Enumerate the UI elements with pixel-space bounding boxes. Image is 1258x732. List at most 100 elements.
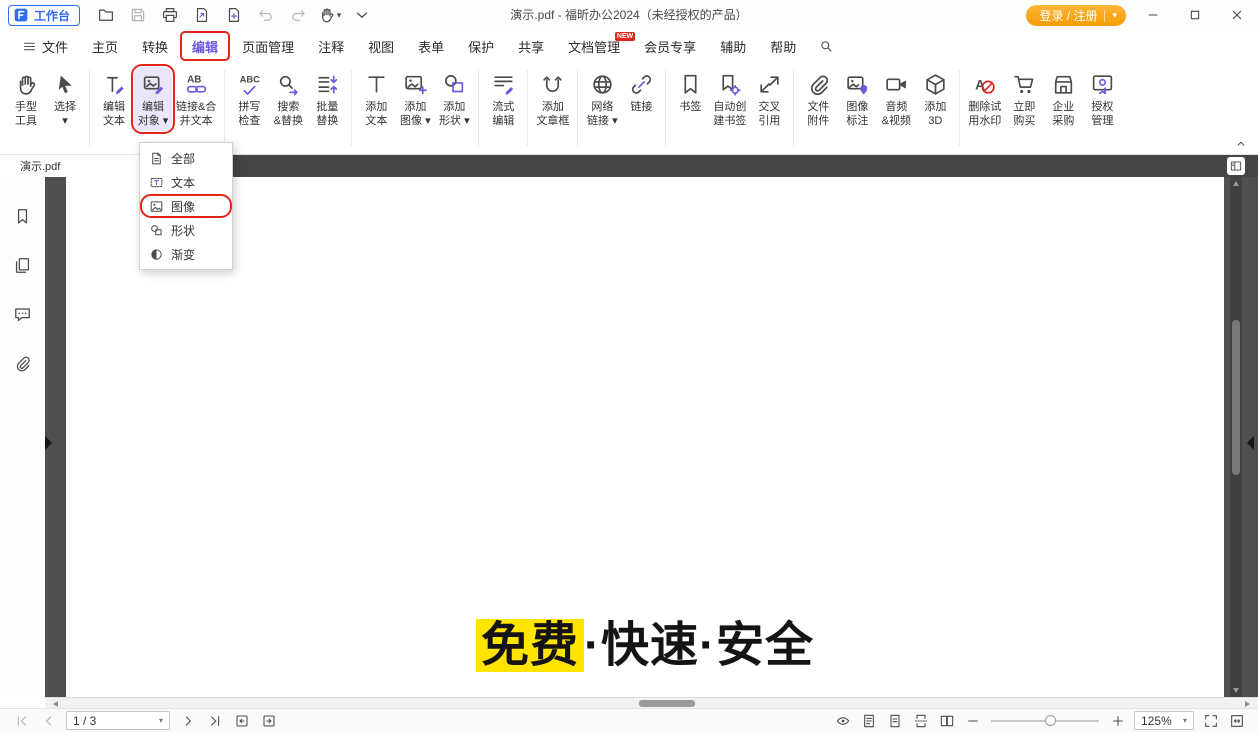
- save-button[interactable]: [123, 4, 152, 27]
- single-page-view-button[interactable]: [885, 711, 904, 730]
- attachments-panel-button[interactable]: [10, 350, 36, 376]
- bookmarks-panel-button[interactable]: [10, 203, 36, 229]
- vertical-scrollbar-thumb[interactable]: [1232, 320, 1240, 475]
- edit-object-menu-item-shape[interactable]: 形状: [140, 218, 232, 242]
- add-3d-button[interactable]: 添加3D: [916, 67, 954, 131]
- login-button[interactable]: 登录 / 注册 ▾: [1026, 5, 1126, 26]
- ribbon-button-label: 检查: [238, 114, 260, 128]
- close-button[interactable]: [1216, 0, 1258, 30]
- menu-item-convert[interactable]: 转换: [130, 31, 180, 61]
- link-merge-text-button[interactable]: AB链接&合并文本: [173, 67, 219, 131]
- vertical-scrollbar[interactable]: [1230, 177, 1242, 697]
- hand-tool-quick-button[interactable]: ▾: [315, 4, 344, 27]
- zoom-slider-thumb[interactable]: [1045, 715, 1056, 726]
- next-page-button[interactable]: [178, 711, 197, 730]
- batch-replace-button[interactable]: 批量替换: [308, 67, 346, 131]
- menu-item-member-exclusive[interactable]: 会员专享: [632, 31, 708, 61]
- remove-trial-watermark-button[interactable]: A删除试用水印: [965, 67, 1004, 131]
- scroll-left-arrow[interactable]: [53, 701, 58, 707]
- select-tool-button[interactable]: 选择▾: [46, 67, 84, 131]
- spell-check-button[interactable]: ABC拼写检查: [230, 67, 268, 131]
- menu-item-edit[interactable]: 编辑: [180, 31, 230, 61]
- menu-item-view[interactable]: 视图: [356, 31, 406, 61]
- hand-tool-button[interactable]: 手型工具: [7, 67, 45, 131]
- scroll-down-arrow[interactable]: [1233, 688, 1239, 693]
- add-article-box-button[interactable]: 添加文章框: [533, 67, 572, 131]
- buy-now-button[interactable]: 立即购买: [1005, 67, 1043, 131]
- page-number-combo[interactable]: 1 / 3▾: [66, 711, 170, 730]
- edit-object-menu-item-all[interactable]: 全部: [140, 146, 232, 170]
- menu-item-assist[interactable]: 辅助: [708, 31, 758, 61]
- ribbon-button-label: 编辑: [142, 100, 164, 114]
- last-page-button[interactable]: [205, 711, 224, 730]
- scroll-up-arrow[interactable]: [1233, 181, 1239, 186]
- enterprise-purchase-button[interactable]: 企业采购: [1044, 67, 1082, 131]
- undo-button[interactable]: [251, 4, 280, 27]
- horizontal-scrollbar-thumb[interactable]: [639, 700, 695, 707]
- create-pdf-button[interactable]: [219, 4, 248, 27]
- zoom-level-combo[interactable]: 125%▾: [1134, 711, 1194, 730]
- audio-video-button[interactable]: 音频&视频: [877, 67, 915, 131]
- continuous-view-button[interactable]: [911, 711, 930, 730]
- menu-item-home[interactable]: 主页: [80, 31, 130, 61]
- more-tools-button[interactable]: [347, 4, 376, 27]
- edit-text-button[interactable]: 编辑文本: [95, 67, 133, 131]
- link-button[interactable]: 链接: [622, 67, 660, 117]
- edit-object-button[interactable]: 编辑对象 ▾: [134, 67, 172, 131]
- facing-view-button[interactable]: [937, 711, 956, 730]
- edit-object-menu-item-image[interactable]: 图像: [140, 194, 232, 218]
- ribbon-button-label: 引用: [758, 114, 780, 128]
- menu-item-form[interactable]: 表单: [406, 31, 456, 61]
- first-page-button[interactable]: [12, 711, 31, 730]
- auto-create-bookmark-button[interactable]: 自动创建书签: [710, 67, 749, 131]
- text-viewer-button[interactable]: [859, 711, 878, 730]
- collapse-ribbon-button[interactable]: [1234, 137, 1250, 151]
- print-button[interactable]: [155, 4, 184, 27]
- menu-item-protect[interactable]: 保护: [456, 31, 506, 61]
- edit-object-menu-item-gradient[interactable]: 渐变: [140, 242, 232, 266]
- file-attachment-button[interactable]: 文件附件: [799, 67, 837, 131]
- add-text-button[interactable]: 添加文本: [357, 67, 395, 131]
- export-pdf-button[interactable]: [187, 4, 216, 27]
- prev-page-button[interactable]: [39, 711, 58, 730]
- menu-item-file[interactable]: 文件: [10, 31, 80, 61]
- edit-object-menu-item-text[interactable]: 文本: [140, 170, 232, 194]
- zoom-in-button[interactable]: [1108, 711, 1127, 730]
- flow-edit-button[interactable]: 流式编辑: [484, 67, 522, 131]
- add-image-button[interactable]: 添加图像 ▾: [396, 67, 434, 131]
- prev-view-button[interactable]: [232, 711, 251, 730]
- zoom-slider[interactable]: [991, 714, 1099, 728]
- sidebar-expand-handle[interactable]: [45, 435, 55, 451]
- menu-item-help[interactable]: 帮助: [758, 31, 808, 61]
- redo-button[interactable]: [283, 4, 312, 27]
- search-button[interactable]: [812, 32, 840, 60]
- maximize-button[interactable]: [1174, 0, 1216, 30]
- document-tab[interactable]: 演示.pdf: [0, 155, 160, 177]
- zoom-out-button[interactable]: [963, 711, 982, 730]
- bookmark-button[interactable]: 书签: [671, 67, 709, 117]
- menu-item-share[interactable]: 共享: [506, 31, 556, 61]
- view-mode-button[interactable]: [833, 711, 852, 730]
- pages-panel-button[interactable]: [10, 252, 36, 278]
- open-file-button[interactable]: [91, 4, 120, 27]
- license-management-button[interactable]: 授权管理: [1083, 67, 1121, 131]
- workspace-button[interactable]: 工作台: [8, 5, 80, 26]
- image-annotation-button[interactable]: 图像标注: [838, 67, 876, 131]
- minimize-button[interactable]: [1132, 0, 1174, 30]
- panel-toggle-button[interactable]: [1227, 157, 1245, 175]
- menu-item-document-management[interactable]: 文档管理NEW: [556, 31, 632, 61]
- fit-page-button[interactable]: [1227, 711, 1246, 730]
- ribbon-separator: [224, 70, 225, 146]
- scroll-right-arrow[interactable]: [1245, 701, 1250, 707]
- next-view-button[interactable]: [259, 711, 278, 730]
- horizontal-scrollbar[interactable]: [45, 697, 1258, 708]
- menu-item-annotate[interactable]: 注释: [306, 31, 356, 61]
- full-screen-button[interactable]: [1201, 711, 1220, 730]
- web-link-button[interactable]: 网络链接 ▾: [583, 67, 621, 131]
- search-replace-button[interactable]: 搜索&替换: [269, 67, 307, 131]
- panel-expand-handle[interactable]: [1247, 435, 1257, 451]
- comments-panel-button[interactable]: [10, 301, 36, 327]
- cross-reference-button[interactable]: 交叉引用: [750, 67, 788, 131]
- menu-item-page-management[interactable]: 页面管理: [230, 31, 306, 61]
- add-shape-button[interactable]: 添加形状 ▾: [435, 67, 473, 131]
